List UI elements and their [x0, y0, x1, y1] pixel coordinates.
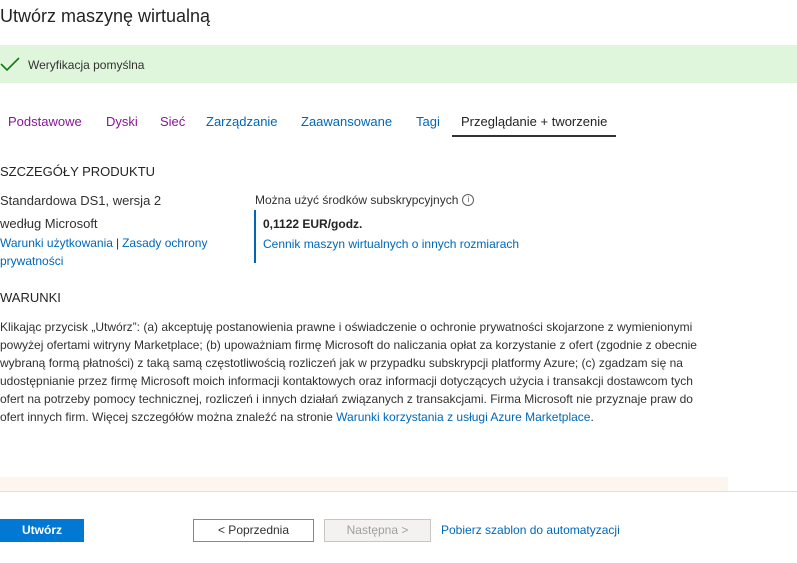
terms-heading: WARUNKI — [0, 290, 61, 305]
page-title: Utwórz maszynę wirtualną — [0, 6, 211, 26]
tab-advanced[interactable]: Zaawansowane — [301, 114, 392, 129]
wizard-tabs: Podstawowe Dyski Sieć Zarządzanie Zaawan… — [0, 108, 640, 138]
product-publisher: według Microsoft — [0, 216, 98, 231]
previous-button[interactable]: < Poprzednia — [193, 519, 314, 542]
checkmark-icon — [0, 57, 20, 72]
terms-of-use-link[interactable]: Warunki użytkowania — [0, 236, 113, 250]
scroll-edge-strip — [0, 477, 728, 491]
tab-basics[interactable]: Podstawowe — [8, 114, 82, 129]
product-name: Standardowa DS1, wersja 2 — [0, 193, 162, 208]
vm-pricing-link[interactable]: Cennik maszyn wirtualnych o innych rozmi… — [263, 237, 519, 251]
footer-divider — [0, 491, 797, 492]
marketplace-terms-link[interactable]: Warunki korzystania z usługi Azure Marke… — [336, 410, 590, 424]
create-vm-page: Utwórz maszynę wirtualną Weryfikacja pom… — [0, 0, 797, 563]
next-button: Następna > — [324, 519, 431, 542]
price-per-hour: 0,1122 EUR/godz. — [263, 217, 363, 231]
tab-management[interactable]: Zarządzanie — [206, 114, 278, 129]
validation-message: Weryfikacja pomyślna — [28, 58, 145, 72]
product-links: Warunki użytkowania | Zasady ochrony prywa… — [0, 234, 240, 270]
terms-body: Klikając przycisk „Utwórz”: (a) akceptuj… — [0, 320, 697, 424]
link-separator: | — [115, 236, 120, 250]
credits-text: Można użyć środków subskrypcyjnych — [255, 193, 459, 207]
price-box: 0,1122 EUR/godz. Cennik maszyn wirtualny… — [254, 210, 519, 263]
validation-banner: Weryfikacja pomyślna — [0, 45, 797, 83]
info-icon[interactable]: i — [462, 193, 475, 206]
create-button[interactable]: Utwórz — [0, 519, 84, 542]
terms-text: Klikając przycisk „Utwórz”: (a) akceptuj… — [0, 318, 720, 426]
tab-tags[interactable]: Tagi — [416, 114, 440, 129]
subscription-credits-label: Można użyć środków subskrypcyjnych i — [255, 193, 475, 207]
product-details-heading: SZCZEGÓŁY PRODUKTU — [0, 164, 156, 179]
tab-networking[interactable]: Sieć — [160, 114, 185, 129]
tab-review-create[interactable]: Przeglądanie + tworzenie — [452, 108, 617, 137]
terms-end: . — [590, 410, 594, 424]
download-template-link[interactable]: Pobierz szablon do automatyzacji — [441, 523, 620, 537]
tab-disks[interactable]: Dyski — [106, 114, 138, 129]
